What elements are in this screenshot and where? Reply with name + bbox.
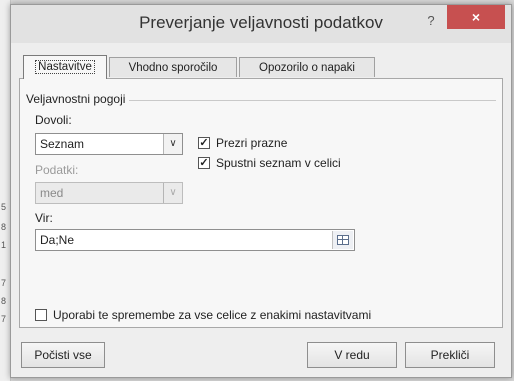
tab-error-alert[interactable]: Opozorilo o napaki [239,57,375,77]
row-number: 5 [1,202,7,212]
range-selector-button[interactable] [332,231,353,249]
ignore-blank-checkbox[interactable]: ✓ [198,137,210,149]
chevron-down-icon: ∨ [163,183,182,203]
ignore-blank-label: Prezri prazne [216,136,288,150]
row-number: 8 [1,222,7,232]
settings-panel: Veljavnostni pogoji Dovoli: Seznam ∨ ✓ P… [19,78,503,328]
row-number: 1 [1,240,7,250]
ok-button[interactable]: V redu [307,342,397,368]
row-number: 8 [1,296,7,306]
tab-settings[interactable]: Nastavitve [23,55,107,79]
clear-all-button[interactable]: Počisti vse [21,342,105,368]
collapse-range-icon [337,235,349,245]
apply-all-label: Uporabi te spremembe za vse celice z ena… [53,308,372,322]
allow-label: Dovoli: [35,113,72,127]
data-select: med ∨ [35,182,183,204]
row-number: 7 [1,278,7,288]
cancel-button[interactable]: Prekliči [405,342,495,368]
allow-select[interactable]: Seznam ∨ [35,133,183,155]
close-icon: × [471,9,481,25]
title-bar[interactable]: Preverjanje veljavnosti podatkov ? × [11,5,511,43]
source-label: Vir: [35,211,53,225]
help-button[interactable]: ? [421,11,441,31]
source-input[interactable]: Da;Ne [35,229,355,251]
close-button[interactable]: × [447,5,505,29]
in-cell-dropdown-checkbox[interactable]: ✓ [198,157,210,169]
apply-all-checkbox[interactable] [35,309,47,321]
data-validation-dialog: Preverjanje veljavnosti podatkov ? × Nas… [10,4,512,378]
in-cell-dropdown-label: Spustni seznam v celici [216,156,341,170]
row-number: 7 [1,314,7,324]
chevron-down-icon[interactable]: ∨ [163,134,182,154]
tab-input-message[interactable]: Vhodno sporočilo [109,57,237,77]
data-label: Podatki: [35,163,79,177]
validation-criteria-title: Veljavnostni pogoji [26,92,130,106]
